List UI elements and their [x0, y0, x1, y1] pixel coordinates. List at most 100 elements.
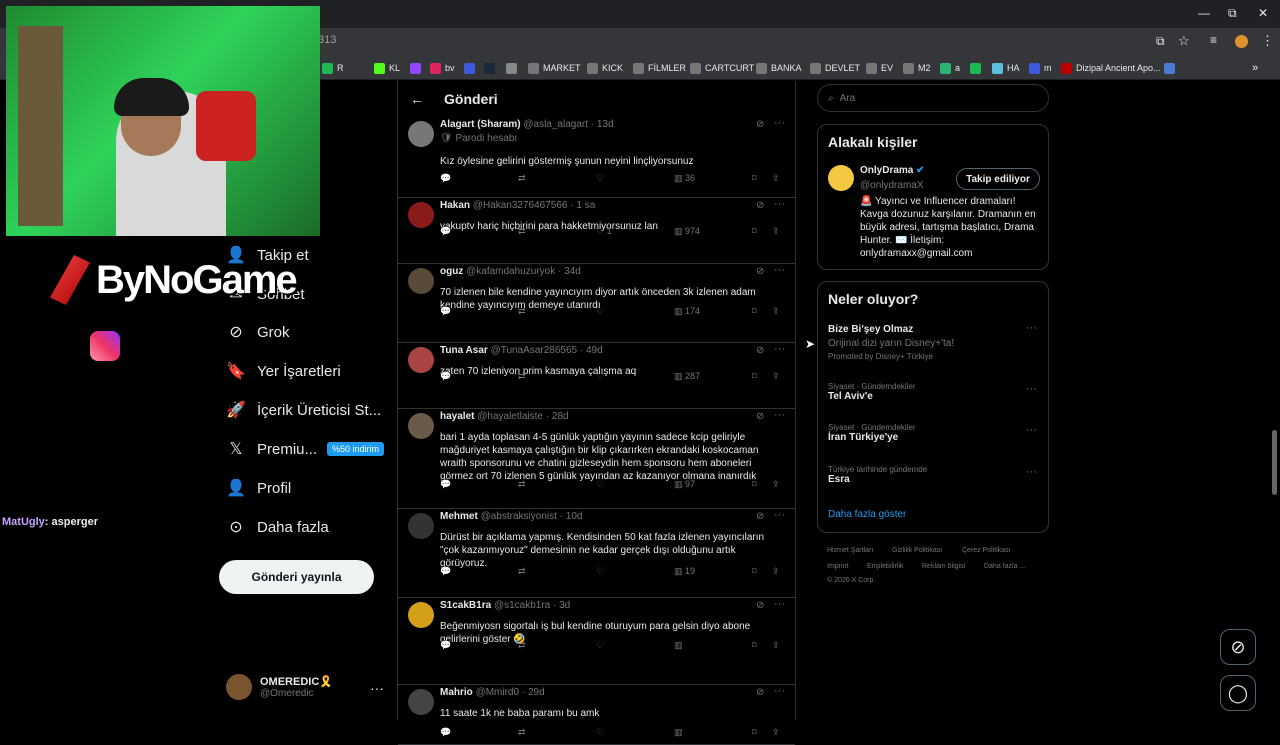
- minimize-button[interactable]: —: [1198, 6, 1210, 20]
- more-icon[interactable]: ···: [774, 509, 785, 521]
- avatar[interactable]: [408, 413, 434, 439]
- retweet-icon[interactable]: ⇄: [518, 640, 526, 651]
- tweet[interactable]: S1cakB1ra @s1cakb1ra · 3d ⊘ ··· Beğenmiyo…: [398, 598, 795, 685]
- bookmark-green[interactable]: [970, 60, 985, 76]
- more-bookmarks-icon[interactable]: »: [1252, 60, 1258, 76]
- views-icon[interactable]: ▥: [674, 640, 683, 651]
- like-icon[interactable]: ♡: [596, 566, 604, 577]
- footer-link[interactable]: Daha fazla ...: [984, 563, 1025, 570]
- avatar[interactable]: [408, 513, 434, 539]
- bookmark-icon[interactable]: ⌑: [752, 566, 757, 577]
- bookmark-icon[interactable]: ⌑: [752, 727, 757, 738]
- bookmark-cartcurt[interactable]: CARTCURT: [690, 60, 754, 76]
- avatar[interactable]: [408, 689, 434, 715]
- nav-profile[interactable]: 👤 Profil: [226, 475, 291, 501]
- trend-item[interactable]: Siyaset · Gündemdekiler İran Türkiye'ye: [828, 423, 916, 443]
- reply-icon[interactable]: 💬: [440, 226, 451, 237]
- footer-link[interactable]: Hizmet Şartları: [827, 547, 873, 554]
- bookmark-icon[interactable]: ⌑: [752, 640, 757, 651]
- following-button[interactable]: Takip ediliyor: [956, 168, 1040, 190]
- bookmark-banka[interactable]: BANKA: [756, 60, 802, 76]
- nav-grok[interactable]: ⊘ Grok: [226, 319, 289, 345]
- bookmark-icon[interactable]: ⌑: [752, 173, 757, 184]
- grok-icon[interactable]: ⊘: [756, 600, 764, 611]
- like-icon[interactable]: ♡: [596, 306, 604, 317]
- bookmark-ev[interactable]: EV: [866, 60, 893, 76]
- views-icon[interactable]: ▥ 287: [674, 371, 700, 382]
- like-icon[interactable]: ♡: [596, 371, 604, 382]
- footer-link[interactable]: Erişilebilirlik: [867, 563, 904, 570]
- share-icon[interactable]: ⇪: [772, 371, 780, 382]
- bookmark-icon[interactable]: ⌑: [752, 479, 757, 490]
- bookmark-icon[interactable]: ⌑: [752, 371, 757, 382]
- more-icon[interactable]: ···: [1026, 383, 1037, 395]
- account-switcher[interactable]: OMEREDIC🎗️ @Omeredic: [226, 674, 333, 700]
- share-icon[interactable]: ⇪: [772, 479, 780, 490]
- share-icon[interactable]: ⇪: [772, 640, 780, 651]
- views-icon[interactable]: ▥ 36: [674, 173, 695, 184]
- retweet-icon[interactable]: ⇄: [518, 173, 526, 184]
- share-icon[interactable]: ⇪: [772, 306, 780, 317]
- close-window-button[interactable]: ✕: [1258, 6, 1268, 20]
- grok-icon[interactable]: ⊘: [756, 345, 764, 356]
- profile-avatar[interactable]: [1235, 35, 1248, 48]
- avatar[interactable]: [408, 602, 434, 628]
- reply-icon[interactable]: 💬: [440, 640, 451, 651]
- like-icon[interactable]: ♡: [596, 727, 604, 738]
- retweet-icon[interactable]: ⇄: [518, 226, 526, 237]
- bookmark-icon[interactable]: ⌑: [752, 226, 757, 237]
- tweet[interactable]: hayalet @hayaletlaiste · 28d ⊘ ··· bari 1…: [398, 409, 795, 509]
- bookmark-kick[interactable]: KICK: [587, 60, 623, 76]
- search-input[interactable]: ⌕ Ara: [817, 84, 1049, 112]
- bookmark-m[interactable]: m: [1029, 60, 1052, 76]
- more-icon[interactable]: ···: [1026, 322, 1037, 334]
- scrollbar[interactable]: [1272, 430, 1277, 495]
- tweet[interactable]: Alagart (Sharam) @asla_alagart · 13d ⊘ ··…: [398, 117, 795, 198]
- profile-name[interactable]: OnlyDrama ✔: [860, 165, 925, 176]
- more-icon[interactable]: ···: [774, 343, 785, 355]
- tweet[interactable]: Hakan @Hakan3276467566 · 1 sa ⊘ ··· yakup…: [398, 198, 795, 264]
- trend-item[interactable]: Türkiye tarihinde gündemde Esra: [828, 465, 927, 485]
- bookmark-r[interactable]: R: [322, 60, 344, 76]
- nav-premium[interactable]: 𝕏 Premiu... %50 indirim: [226, 436, 385, 462]
- retweet-icon[interactable]: ⇄: [518, 479, 526, 490]
- views-icon[interactable]: ▥ 19: [674, 566, 695, 577]
- footer-link[interactable]: Çerez Politikası: [962, 547, 1011, 554]
- retweet-icon[interactable]: ⇄: [518, 371, 526, 382]
- trend-item[interactable]: Siyaset · Gündemdekiler Tel Aviv'e: [828, 382, 916, 402]
- star-icon[interactable]: ☆: [1178, 33, 1190, 49]
- avatar[interactable]: [408, 121, 434, 147]
- bookmark-m2[interactable]: M2: [903, 60, 931, 76]
- grok-icon[interactable]: ⊘: [756, 119, 764, 130]
- reply-icon[interactable]: 💬: [440, 727, 451, 738]
- account-more-icon[interactable]: ···: [370, 680, 384, 696]
- bookmark-a[interactable]: a: [940, 60, 960, 76]
- maximize-button[interactable]: ⧉: [1228, 6, 1237, 21]
- reply-icon[interactable]: 💬: [440, 566, 451, 577]
- like-icon[interactable]: ♡: [596, 173, 604, 184]
- show-more-link[interactable]: Daha fazla göster: [828, 509, 906, 520]
- grok-icon[interactable]: ⊘: [756, 411, 764, 422]
- avatar[interactable]: [408, 347, 434, 373]
- like-icon[interactable]: ♡: [596, 479, 604, 490]
- tweet[interactable]: oguz @kafamdahuzuryok · 34d ⊘ ··· 70 izle…: [398, 264, 795, 343]
- tweet[interactable]: Tuna Asar @TunaAsar286565 · 49d ⊘ ··· zat…: [398, 343, 795, 409]
- views-icon[interactable]: ▥ 974: [674, 226, 700, 237]
- more-icon[interactable]: ···: [1026, 466, 1037, 478]
- grok-fab[interactable]: ⊘: [1220, 629, 1256, 665]
- avatar[interactable]: [408, 202, 434, 228]
- retweet-icon[interactable]: ⇄: [518, 727, 526, 738]
- grok-icon[interactable]: ⊘: [756, 511, 764, 522]
- share-icon[interactable]: ⇪: [772, 173, 780, 184]
- bookmark-app[interactable]: [506, 60, 521, 76]
- retweet-icon[interactable]: ⇄: [518, 566, 526, 577]
- bookmark-twitch[interactable]: [410, 60, 425, 76]
- nav-creator-studio[interactable]: 🚀 İçerik Üreticisi St...: [226, 397, 381, 423]
- nav-bookmarks[interactable]: 🔖 Yer İşaretleri: [226, 358, 341, 384]
- bookmark-market[interactable]: MARKET: [528, 60, 581, 76]
- bookmark-bv[interactable]: bv: [430, 60, 455, 76]
- grok-icon[interactable]: ⊘: [756, 266, 764, 277]
- more-icon[interactable]: ···: [774, 409, 785, 421]
- views-icon[interactable]: ▥ 97: [674, 479, 695, 490]
- back-arrow-icon[interactable]: ←: [410, 91, 424, 107]
